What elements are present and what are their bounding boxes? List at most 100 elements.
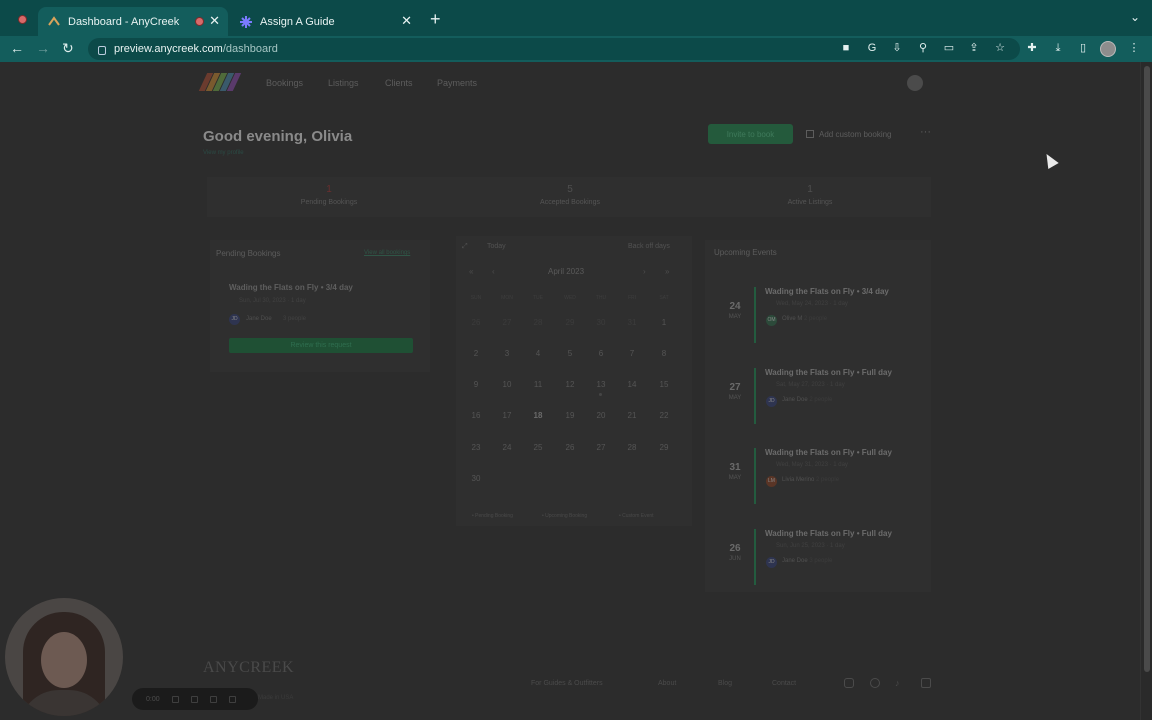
event-item[interactable]: 27 MAY Wading the Flats on Fly • Full day S… xyxy=(716,360,922,430)
nav-bookings[interactable]: Bookings xyxy=(266,78,303,88)
address-bar[interactable]: preview.anycreek.com/dashboard xyxy=(88,38,1020,60)
calendar-day[interactable]: 28 xyxy=(622,443,642,452)
calendar-day[interactable]: 19 xyxy=(560,411,580,420)
nav-clients[interactable]: Clients xyxy=(385,78,413,88)
event-item[interactable]: 24 MAY Wading the Flats on Fly • 3/4 day We… xyxy=(716,279,922,349)
today-button[interactable]: Today xyxy=(487,243,506,250)
calendar-day[interactable]: 30 xyxy=(591,318,611,327)
webcam-overlay xyxy=(5,598,123,716)
calendar-day[interactable]: 18 xyxy=(528,411,548,420)
downloads-icon[interactable]: ⤓ xyxy=(1052,42,1064,54)
restart-icon[interactable] xyxy=(190,695,198,703)
pause-icon[interactable] xyxy=(171,695,179,703)
calendar-day[interactable]: 26 xyxy=(560,443,580,452)
calendar-day[interactable]: 22 xyxy=(654,411,674,420)
calendar-day[interactable]: 16 xyxy=(466,411,486,420)
new-tab-button[interactable]: + xyxy=(430,9,441,30)
facebook-icon[interactable] xyxy=(870,678,880,688)
calendar-day[interactable]: 2 xyxy=(466,349,486,358)
anycreek-logo[interactable] xyxy=(198,73,242,91)
calendar-day[interactable]: 17 xyxy=(497,411,517,420)
zoom-icon[interactable]: ⚲ xyxy=(917,42,929,54)
review-request-button[interactable]: Review this request xyxy=(229,338,413,353)
close-tab-icon[interactable]: ✕ xyxy=(401,13,412,29)
view-all-bookings-link[interactable]: View all bookings xyxy=(364,250,410,256)
calendar-day[interactable]: 24 xyxy=(497,443,517,452)
back-off-days-button[interactable]: Back off days xyxy=(628,243,670,250)
calendar-day[interactable]: 15 xyxy=(654,380,674,389)
calendar-day[interactable]: 8 xyxy=(654,349,674,358)
calendar-day[interactable]: 29 xyxy=(654,443,674,452)
stat-pending[interactable]: 1 Pending Bookings xyxy=(249,184,409,206)
forward-arrow-icon[interactable]: → xyxy=(36,40,50,56)
instagram-icon[interactable] xyxy=(844,678,854,688)
side-panel-icon[interactable]: ▯ xyxy=(1077,42,1089,54)
calendar-day[interactable]: 9 xyxy=(466,380,486,389)
invite-to-book-button[interactable]: Invite to book xyxy=(708,124,793,144)
calendar-day[interactable]: 10 xyxy=(497,380,517,389)
back-arrow-icon[interactable]: ← xyxy=(10,40,24,56)
linkedin-icon[interactable] xyxy=(921,678,931,688)
view-profile-link[interactable]: View my profile xyxy=(203,150,244,156)
footer-link-guides[interactable]: For Guides & Outfitters xyxy=(531,680,603,687)
footer-link-blog[interactable]: Blog xyxy=(718,680,732,687)
extensions-puzzle-icon[interactable]: ✚ xyxy=(1026,42,1038,54)
calendar-day[interactable]: 26 xyxy=(466,318,486,327)
nav-listings[interactable]: Listings xyxy=(328,78,359,88)
calendar-day[interactable]: 27 xyxy=(591,443,611,452)
tab-assign-guide[interactable]: Assign A Guide ✕ xyxy=(230,7,420,36)
prev-year-icon[interactable]: « xyxy=(469,267,473,276)
calendar-day[interactable]: 23 xyxy=(466,443,486,452)
calendar-day[interactable]: 31 xyxy=(622,318,642,327)
event-item[interactable]: 31 MAY Wading the Flats on Fly • Full day W… xyxy=(716,440,922,510)
page-scrollbar[interactable] xyxy=(1140,62,1152,720)
expand-icon[interactable]: ⤢ xyxy=(462,243,468,251)
calendar-day[interactable]: 20 xyxy=(591,411,611,420)
calendar-day[interactable]: 11 xyxy=(528,380,548,389)
calendar-day[interactable]: 25 xyxy=(528,443,548,452)
add-custom-booking-button[interactable]: Add custom booking xyxy=(806,124,892,144)
install-icon[interactable]: ⇩ xyxy=(891,42,903,54)
stat-active-listings[interactable]: 1 Active Listings xyxy=(730,184,890,206)
share-icon[interactable]: ⇪ xyxy=(968,42,980,54)
camera-icon[interactable]: ■ xyxy=(840,42,852,54)
user-avatar[interactable] xyxy=(907,75,923,91)
calendar-day[interactable]: 21 xyxy=(622,411,642,420)
calendar-day[interactable]: 13 xyxy=(591,380,611,389)
calendar-day[interactable]: 7 xyxy=(622,349,642,358)
calendar-day[interactable]: 6 xyxy=(591,349,611,358)
prev-month-icon[interactable]: ‹ xyxy=(492,267,495,276)
calendar-day[interactable]: 12 xyxy=(560,380,580,389)
calendar-day[interactable]: 5 xyxy=(560,349,580,358)
calendar-day[interactable]: 30 xyxy=(466,474,486,483)
calendar-day[interactable]: 27 xyxy=(497,318,517,327)
event-item[interactable]: 26 JUN Wading the Flats on Fly • Full day S… xyxy=(716,521,922,591)
tiktok-icon[interactable]: ♪ xyxy=(895,678,905,688)
profile-avatar[interactable] xyxy=(1100,41,1116,57)
next-year-icon[interactable]: » xyxy=(665,267,669,276)
scrollbar-thumb[interactable] xyxy=(1144,66,1150,672)
more-options-icon[interactable]: ··· xyxy=(920,126,931,138)
calendar-day[interactable]: 14 xyxy=(622,380,642,389)
delete-icon[interactable] xyxy=(228,695,236,703)
footer-logo[interactable]: ANYCREEK xyxy=(203,659,294,677)
footer-link-contact[interactable]: Contact xyxy=(772,680,796,687)
calendar-day[interactable]: 3 xyxy=(497,349,517,358)
nav-payments[interactable]: Payments xyxy=(437,78,477,88)
tab-dashboard[interactable]: Dashboard - AnyCreek ✕ xyxy=(38,7,228,36)
footer-link-about[interactable]: About xyxy=(658,680,676,687)
calendar-day[interactable]: 29 xyxy=(560,318,580,327)
tab-search-chevron-icon[interactable]: ⌄ xyxy=(1130,10,1140,24)
calendar-day[interactable]: 4 xyxy=(528,349,548,358)
stat-accepted[interactable]: 5 Accepted Bookings xyxy=(490,184,650,206)
close-tab-icon[interactable]: ✕ xyxy=(209,13,220,29)
menu-kebab-icon[interactable]: ⋮ xyxy=(1128,42,1140,54)
reload-icon[interactable]: ↻ xyxy=(62,40,74,57)
calendar-day[interactable]: 28 xyxy=(528,318,548,327)
bookmark-star-icon[interactable]: ☆ xyxy=(994,42,1006,54)
card-icon[interactable]: ▭ xyxy=(943,42,955,54)
next-month-icon[interactable]: › xyxy=(643,267,646,276)
stop-icon[interactable] xyxy=(209,695,217,703)
google-icon[interactable]: G xyxy=(866,42,878,54)
calendar-day[interactable]: 1 xyxy=(654,318,674,327)
